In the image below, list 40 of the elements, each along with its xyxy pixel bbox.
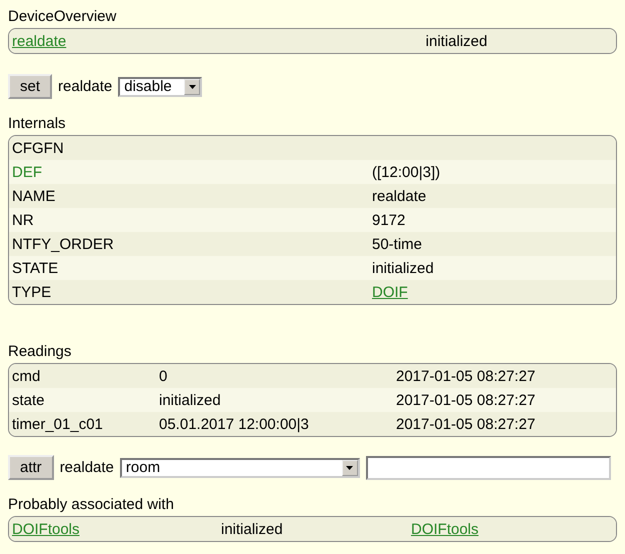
set-button[interactable]: set: [8, 74, 52, 99]
set-select[interactable]: disable: [118, 76, 202, 96]
reading-value: 05.01.2017 12:00:00|3: [159, 416, 309, 432]
caret-icon[interactable]: [342, 460, 358, 476]
section-title: Readings: [8, 343, 72, 361]
internal-value: realdate: [372, 188, 426, 204]
attr-button[interactable]: attr: [8, 455, 54, 480]
reading-name: state: [12, 392, 45, 408]
reading-time: 2017-01-05 08:27:27: [396, 392, 536, 408]
caret-icon[interactable]: [184, 78, 200, 94]
state-text: initialized: [221, 520, 283, 538]
internal-name: STATE: [12, 260, 58, 276]
attribute-value-field[interactable]: [366, 456, 611, 480]
reading-time: 2017-01-05 08:27:27: [396, 368, 536, 384]
section-title: DeviceOverview: [8, 8, 118, 26]
type-link[interactable]: DOIFtools: [411, 520, 479, 538]
internal-value: 9172: [372, 212, 406, 228]
device-link[interactable]: realdate: [12, 32, 66, 50]
internal-value: initialized: [372, 260, 434, 276]
internal-value: ([12:00|3]): [372, 164, 440, 180]
device-link[interactable]: DOIFtools: [12, 520, 80, 538]
attribute-select[interactable]: room: [120, 458, 360, 478]
internal-name: NTFY_ORDER: [12, 236, 114, 252]
internal-value: 50-time: [372, 236, 422, 252]
state-text: initialized: [426, 32, 488, 50]
internal-name: TYPE: [12, 284, 52, 300]
internal-name: NR: [12, 212, 34, 228]
internal-name: DEF: [12, 164, 42, 180]
reading-time: 2017-01-05 08:27:27: [396, 416, 536, 432]
internal-name: NAME: [12, 188, 56, 204]
reading-value: 0: [159, 368, 168, 384]
section-title: Internals: [8, 115, 67, 133]
type-link[interactable]: DOIF: [372, 284, 408, 300]
device-name: realdate: [58, 78, 112, 95]
reading-name: cmd: [12, 368, 40, 384]
internal-name: CFGFN: [12, 140, 64, 156]
reading-value: initialized: [159, 392, 221, 408]
device-name: realdate: [60, 459, 114, 476]
section-title: Probably associated with: [8, 496, 175, 514]
reading-name: timer_01_c01: [12, 416, 103, 432]
